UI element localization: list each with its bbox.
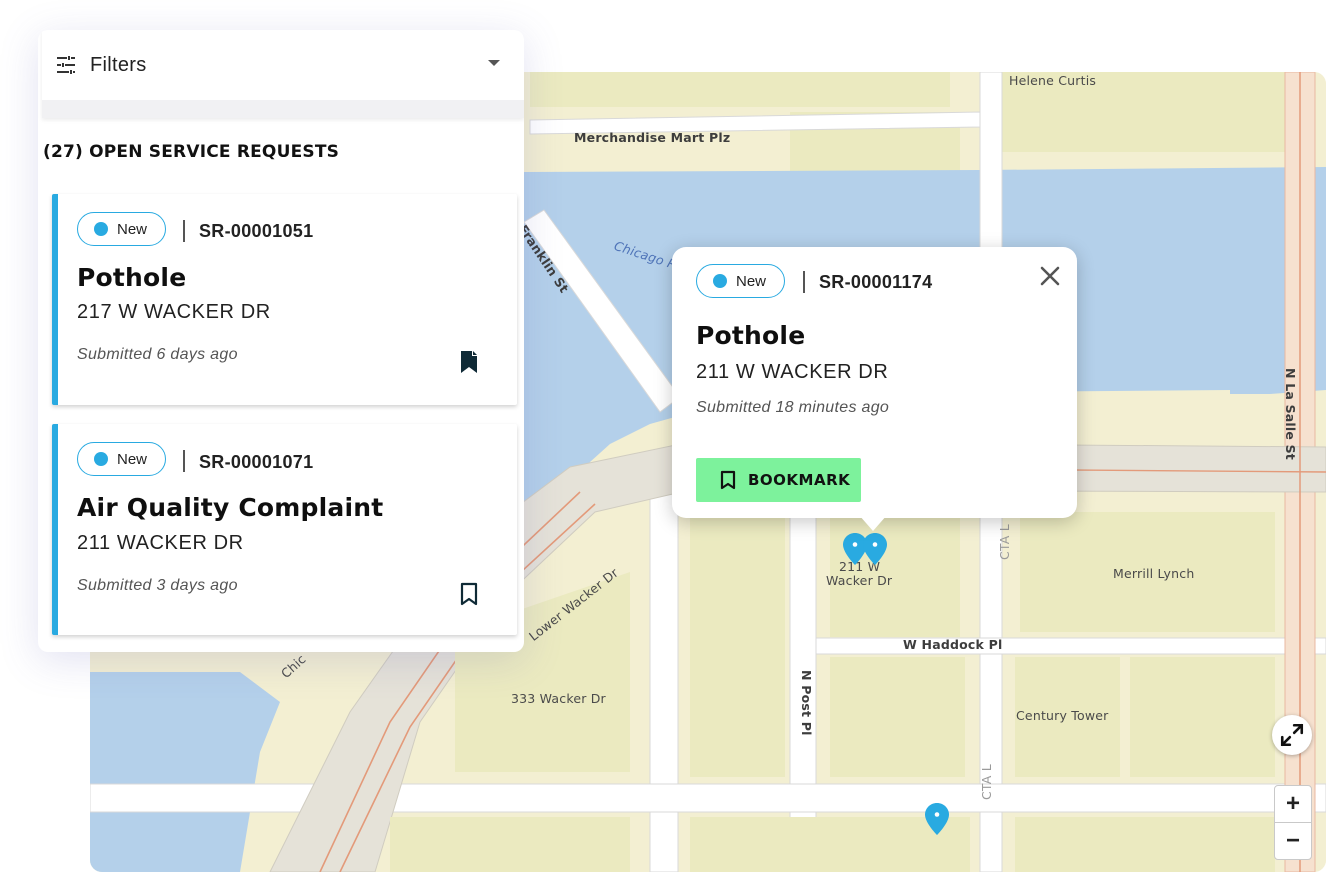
map-label-cta-l-2: CTA L [979, 764, 994, 800]
bookmark-button-label: BOOKMARK [748, 471, 851, 489]
map-pin-icon[interactable] [925, 803, 949, 835]
request-title: Pothole [77, 263, 187, 292]
close-icon[interactable] [1038, 264, 1062, 288]
request-address: 211 W WACKER DR [696, 361, 889, 383]
expand-icon [1280, 723, 1304, 747]
filters-dropdown[interactable]: Filters [42, 30, 524, 118]
map-label-merrill-lynch: Merrill Lynch [1113, 566, 1195, 581]
service-request-panel: Filters (27) OPEN SERVICE REQUESTS New S… [38, 30, 524, 652]
request-submitted-time: Submitted 6 days ago [77, 346, 238, 363]
filters-label: Filters [90, 53, 147, 76]
request-title: Pothole [696, 321, 806, 350]
bookmark-button[interactable]: BOOKMARK [696, 458, 861, 502]
open-requests-heading: (27) OPEN SERVICE REQUESTS [43, 142, 340, 162]
status-dot-icon [94, 452, 108, 466]
status-dot-icon [713, 274, 727, 288]
map-label-la-salle: N La Salle St [1283, 368, 1298, 460]
map-label-w-haddock-pl: W Haddock Pl [903, 637, 1003, 652]
request-address: 211 WACKER DR [77, 532, 244, 554]
zoom-out-button[interactable]: − [1274, 822, 1312, 860]
status-badge: New [77, 442, 167, 476]
divider [183, 220, 185, 242]
divider [183, 450, 185, 472]
status-dot-icon [94, 222, 108, 236]
status-label: New [117, 450, 148, 468]
request-submitted-time: Submitted 18 minutes ago [696, 399, 890, 416]
status-badge: New [77, 212, 167, 246]
map-label-n-post-pl: N Post Pl [799, 670, 814, 736]
bookmark-outline-icon [720, 470, 736, 490]
request-id: SR-00001174 [819, 272, 933, 292]
request-submitted-time: Submitted 3 days ago [77, 577, 238, 594]
map-label-333-wacker: 333 Wacker Dr [511, 691, 606, 706]
request-address: 217 W WACKER DR [77, 301, 271, 323]
map-label-century-tower: Century Tower [1016, 708, 1109, 723]
bookmark-filled-icon[interactable] [459, 350, 479, 374]
popup-pointer [859, 515, 887, 531]
map-pin-icon[interactable] [863, 533, 887, 565]
map-label-helene-curtis: Helene Curtis [1009, 73, 1097, 88]
status-label: New [117, 220, 148, 238]
map-label-cta-l-1: CTA L [997, 524, 1012, 560]
request-popup: New SR-00001174 Pothole 211 W WACKER DR … [672, 247, 1077, 531]
status-label: New [736, 272, 767, 290]
map-label-merchandise-mart: Merchandise Mart Plz [574, 130, 731, 145]
divider [803, 271, 805, 293]
expand-map-button[interactable] [1272, 715, 1312, 755]
zoom-in-button[interactable]: + [1274, 785, 1312, 823]
request-title: Air Quality Complaint [77, 493, 384, 522]
status-badge: New [696, 264, 786, 298]
request-card[interactable]: New SR-00001051 Pothole 217 W WACKER DR … [52, 194, 517, 405]
map-label-wacker-dr: Wacker Dr [826, 573, 893, 588]
request-card[interactable]: New SR-00001071 Air Quality Complaint 21… [52, 424, 517, 635]
request-id: SR-00001071 [199, 452, 314, 472]
tune-icon [57, 56, 75, 74]
request-id: SR-00001051 [199, 221, 314, 241]
bookmark-outline-icon[interactable] [459, 582, 479, 606]
chevron-down-icon[interactable] [488, 60, 500, 66]
